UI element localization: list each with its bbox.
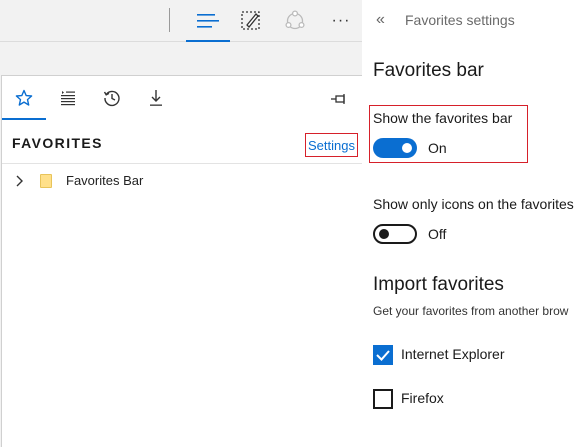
favorites-header: FAVORITES Settings — [2, 128, 362, 164]
toggle-knob — [379, 229, 389, 239]
web-note-icon — [241, 11, 260, 30]
more-button[interactable]: ··· — [319, 0, 363, 42]
import-description: Get your favorites from another brow — [373, 304, 569, 318]
pin-icon — [331, 94, 345, 104]
hub-tabs — [2, 76, 362, 120]
internet-explorer-checkbox[interactable] — [373, 345, 393, 365]
web-note-button[interactable] — [229, 0, 273, 42]
toggle-knob — [402, 143, 412, 153]
checkmark-icon — [376, 350, 390, 361]
toolbar-divider — [169, 8, 170, 32]
panel-title: Favorites settings — [405, 12, 515, 28]
settings-link[interactable]: Settings — [305, 133, 358, 157]
tab-reading-list[interactable] — [46, 76, 90, 120]
share-icon — [285, 10, 305, 30]
favorites-title: FAVORITES — [12, 135, 103, 151]
favorites-settings-panel: « Favorites settings Favorites bar Show … — [362, 0, 585, 447]
show-favorites-bar-label: Show the favorites bar — [373, 110, 513, 126]
history-icon — [103, 90, 120, 107]
tab-history[interactable] — [90, 76, 134, 120]
show-favorites-bar-state: On — [428, 140, 447, 156]
folder-icon — [40, 174, 52, 188]
browser-left-pane: ··· FAVORITES Settings Favorites Bar — [0, 0, 362, 447]
show-favorites-bar-toggle[interactable] — [373, 138, 417, 158]
chevron-right-icon[interactable] — [14, 174, 26, 188]
favorites-star-icon — [15, 89, 33, 106]
back-icon[interactable]: « — [376, 10, 392, 30]
tab-favorites[interactable] — [2, 76, 46, 120]
icons-only-toggle[interactable] — [373, 224, 417, 244]
hub-panel: FAVORITES Settings Favorites Bar — [1, 75, 362, 447]
firefox-checkbox[interactable] — [373, 389, 393, 409]
pin-button[interactable] — [328, 88, 350, 110]
browser-toolbar: ··· — [0, 0, 362, 42]
internet-explorer-label: Internet Explorer — [401, 346, 505, 362]
firefox-label: Firefox — [401, 390, 444, 406]
import-favorites-heading: Import favorites — [373, 274, 504, 295]
downloads-icon — [150, 90, 162, 106]
list-item-label: Favorites Bar — [66, 173, 144, 188]
reading-list-icon — [61, 91, 75, 106]
icons-only-state: Off — [428, 226, 447, 242]
favorites-bar-heading: Favorites bar — [373, 60, 484, 81]
hub-icon — [197, 14, 219, 28]
share-button[interactable] — [273, 0, 317, 42]
more-icon: ··· — [331, 12, 351, 29]
hub-button[interactable] — [186, 0, 230, 42]
list-item[interactable]: Favorites Bar — [2, 168, 362, 194]
icons-only-label: Show only icons on the favorites — [373, 196, 574, 212]
tab-downloads[interactable] — [134, 76, 178, 120]
